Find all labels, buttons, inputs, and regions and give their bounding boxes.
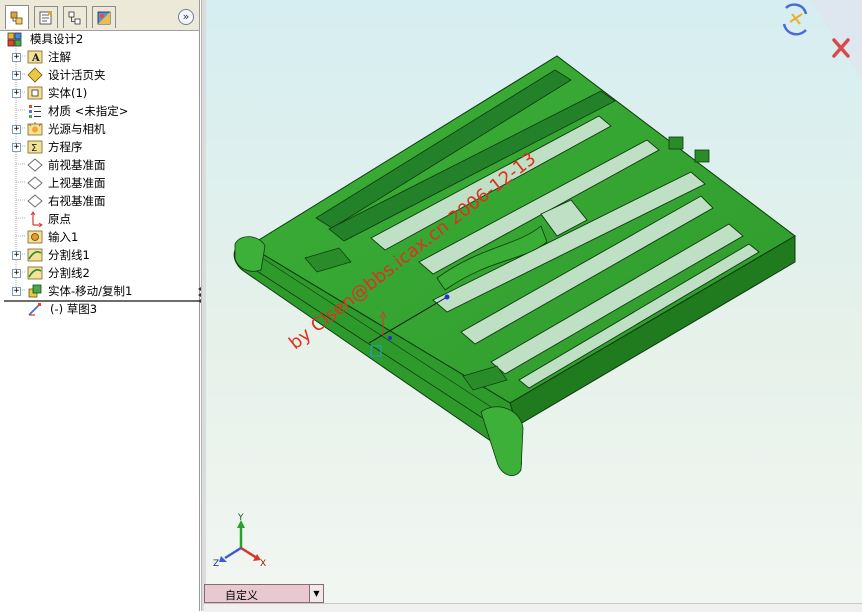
expand-toggle[interactable]: + bbox=[12, 268, 21, 278]
svg-text:A: A bbox=[31, 53, 40, 64]
tree-item-move-copy-body[interactable]: + 实体-移动/复制1 bbox=[0, 282, 199, 300]
feature-manager-pane: » 模具设计2 + A 注解 + 设计活页夹 + 实体(1) 材质 <未指定> … bbox=[0, 0, 200, 611]
tree-item-label: (-) 草图3 bbox=[50, 302, 98, 316]
tab-property-manager[interactable] bbox=[34, 6, 58, 28]
expand-panel-button[interactable]: » bbox=[178, 9, 194, 25]
tree-item-label: 原点 bbox=[48, 212, 71, 226]
expand-toggle[interactable]: + bbox=[12, 88, 21, 98]
tree-item-label: 分割线2 bbox=[48, 266, 90, 280]
viewport-left-border bbox=[201, 0, 206, 611]
dropdown-arrow-icon[interactable]: ▼ bbox=[309, 585, 323, 602]
tree-item-origin[interactable]: 原点 bbox=[0, 210, 199, 228]
expand-toggle[interactable]: + bbox=[12, 70, 21, 80]
material-icon bbox=[26, 103, 44, 119]
plane-icon bbox=[26, 157, 44, 173]
tree-item-split-line-1[interactable]: + 分割线1 bbox=[0, 246, 199, 264]
feature-tree-icon bbox=[10, 11, 23, 24]
triad-y-label: Y bbox=[237, 513, 244, 523]
view-triad: Y X Z bbox=[213, 513, 266, 569]
tree-root[interactable]: 模具设计2 bbox=[0, 30, 199, 48]
expand-toggle[interactable]: + bbox=[12, 142, 21, 152]
equations-icon: Σ bbox=[26, 139, 44, 155]
display-manager-icon bbox=[97, 11, 111, 24]
tree-item-solid-bodies[interactable]: + 实体(1) bbox=[0, 84, 199, 102]
tree-item-front-plane[interactable]: 前视基准面 bbox=[0, 156, 199, 174]
part-icon bbox=[6, 31, 24, 47]
confirmation-corner bbox=[782, 0, 862, 80]
tree-item-label: 前视基准面 bbox=[48, 158, 106, 172]
svg-text:Σ: Σ bbox=[31, 143, 37, 154]
expand-toggle[interactable]: + bbox=[12, 286, 21, 296]
tab-configuration-manager[interactable] bbox=[63, 6, 87, 28]
tree-item-label: 分割线1 bbox=[48, 248, 90, 262]
tree-item-label: 注解 bbox=[48, 50, 71, 64]
imported-body-icon bbox=[26, 229, 44, 245]
tree-item-label: 光源与相机 bbox=[48, 122, 106, 136]
tree-item-import[interactable]: 输入1 bbox=[0, 228, 199, 246]
tab-feature-manager[interactable] bbox=[5, 5, 29, 29]
expand-toggle[interactable]: + bbox=[12, 52, 21, 62]
tree-item-top-plane[interactable]: 上视基准面 bbox=[0, 174, 199, 192]
tree-item-label: 输入1 bbox=[48, 230, 79, 244]
tree-item-label: 材质 <未指定> bbox=[48, 104, 129, 118]
move-copy-body-icon bbox=[26, 283, 44, 299]
sketch-icon bbox=[26, 301, 44, 317]
triad-z-label: Z bbox=[213, 559, 219, 569]
expand-toggle[interactable]: + bbox=[12, 124, 21, 134]
lights-cameras-icon bbox=[26, 121, 44, 137]
tree-item-label: 设计活页夹 bbox=[48, 68, 106, 82]
tree-item-sketch-3[interactable]: (-) 草图3 bbox=[0, 300, 199, 318]
tree-item-label: 上视基准面 bbox=[48, 176, 106, 190]
split-line-icon bbox=[26, 247, 44, 263]
tree-root-label: 模具设计2 bbox=[30, 32, 84, 46]
view-orientation-value: 自定义 bbox=[225, 589, 258, 602]
origin-icon bbox=[26, 211, 44, 227]
tree-item-lights-cameras[interactable]: + 光源与相机 bbox=[0, 120, 199, 138]
model-view[interactable]: by Clsen@bbs.icax.cn 2006-12-13 Y X Z bbox=[201, 0, 862, 611]
annotation-icon: A bbox=[26, 49, 44, 65]
plane-icon bbox=[26, 193, 44, 209]
solid-bodies-icon bbox=[26, 85, 44, 101]
tree-item-annotations[interactable]: + A 注解 bbox=[0, 48, 199, 66]
view-orientation-select[interactable]: 自定义 ▼ bbox=[204, 584, 324, 603]
tree-item-split-line-2[interactable]: + 分割线2 bbox=[0, 264, 199, 282]
tree-item-label: 实体(1) bbox=[48, 86, 88, 100]
tree-item-material[interactable]: 材质 <未指定> bbox=[0, 102, 199, 120]
plane-icon bbox=[26, 175, 44, 191]
configuration-icon bbox=[68, 11, 81, 24]
tree-item-equations[interactable]: + Σ 方程序 bbox=[0, 138, 199, 156]
tree-item-label: 方程序 bbox=[48, 140, 83, 154]
tree-item-label: 实体-移动/复制1 bbox=[48, 284, 133, 298]
manager-tab-bar: » bbox=[0, 0, 199, 31]
tree-item-label: 右视基准面 bbox=[48, 194, 106, 208]
expand-toggle[interactable]: + bbox=[12, 250, 21, 260]
graphics-viewport[interactable]: by Clsen@bbs.icax.cn 2006-12-13 Y X Z bbox=[201, 0, 862, 611]
tab-display-manager[interactable] bbox=[92, 6, 116, 28]
design-binder-icon bbox=[26, 67, 44, 83]
property-manager-icon bbox=[39, 10, 52, 24]
tree-item-right-plane[interactable]: 右视基准面 bbox=[0, 192, 199, 210]
split-line-icon bbox=[26, 265, 44, 281]
triad-x-label: X bbox=[260, 559, 266, 569]
mold-part-model[interactable] bbox=[233, 55, 796, 476]
rollback-bar[interactable] bbox=[4, 300, 199, 302]
rebuild-confirm-icon[interactable] bbox=[782, 3, 808, 36]
tree-item-design-binder[interactable]: + 设计活页夹 bbox=[0, 66, 199, 84]
